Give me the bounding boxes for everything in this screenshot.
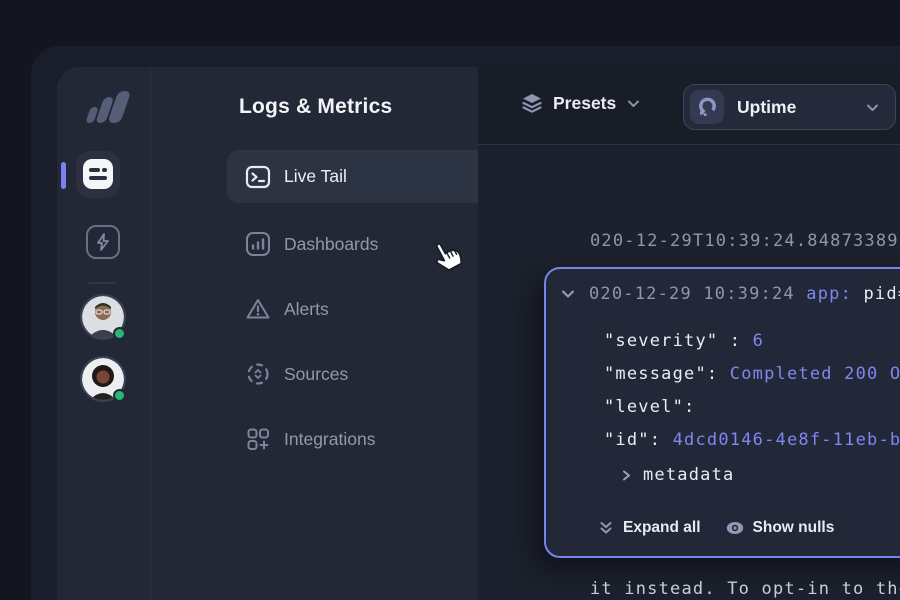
presence-dot-user-2 — [113, 389, 126, 402]
metadata-label: metadata — [643, 465, 734, 485]
hand-cursor — [425, 233, 467, 275]
integrations-grid-plus-icon — [245, 426, 271, 452]
nav-item-label: Sources — [284, 364, 348, 385]
presets-label: Presets — [553, 93, 616, 114]
nav-item-integrations[interactable]: Integrations — [245, 424, 375, 454]
log-line[interactable]: it instead. To opt-in to the new — [590, 579, 900, 599]
app-logo-icon[interactable] — [83, 89, 131, 127]
field-value: 4dcd0146-4e8f-11eb-bfd6 — [673, 430, 900, 450]
field-value: Completed 200 OK i — [730, 364, 900, 384]
dataset-dropdown[interactable]: Uptime — [683, 84, 896, 130]
topbar: Presets Uptime — [478, 67, 900, 145]
expand-all-label: Expand all — [623, 519, 701, 537]
log-timestamp: 020-12-29 10:39:24 — [589, 284, 806, 304]
rail-item-lightning[interactable] — [86, 225, 120, 259]
chevron-down-icon — [864, 99, 881, 116]
field-level[interactable]: "level": — [604, 397, 695, 417]
field-colon: : — [707, 364, 730, 384]
metadata-expand-row[interactable]: metadata — [620, 465, 734, 485]
dataset-label: Uptime — [737, 97, 864, 118]
log-lines-icon — [83, 159, 113, 189]
digitalocean-swirl-icon — [695, 95, 719, 119]
nav-item-dashboards[interactable]: Dashboards — [245, 229, 378, 259]
log-timestamp: 020-12-29T10:39:24.848733891Z — [590, 231, 900, 251]
warning-triangle-icon — [245, 296, 271, 322]
nav-item-label: Dashboards — [284, 234, 378, 255]
log-line[interactable]: 020-12-29T10:39:24.848733891Z ap — [590, 231, 900, 251]
field-key: "id" — [604, 430, 650, 450]
show-nulls-button[interactable]: Show nulls — [725, 519, 835, 537]
log-card-header[interactable]: 020-12-29 10:39:24 app: pid=238 — [560, 284, 900, 304]
log-card-summary: 020-12-29 10:39:24 app: pid=238 — [589, 284, 900, 304]
dataset-logo-chip — [690, 90, 724, 124]
nav-item-live-tail[interactable]: Live Tail — [227, 150, 515, 203]
chevron-down-icon — [625, 95, 642, 112]
layers-icon — [520, 91, 544, 115]
expanded-log-card: 020-12-29 10:39:24 app: pid=238 "severit… — [544, 267, 900, 558]
field-key: "level" — [604, 397, 684, 417]
page-title: Logs & Metrics — [239, 95, 392, 119]
double-chevron-down-icon — [597, 519, 615, 537]
icon-rail — [57, 67, 151, 600]
chevron-right-icon — [620, 469, 633, 482]
field-value: 6 — [753, 331, 764, 351]
presence-dot-user-1 — [113, 327, 126, 340]
sources-dashed-circle-icon — [245, 361, 271, 387]
log-card-footer: Expand all Show nulls — [597, 519, 834, 537]
log-summary-text: pid=238 — [863, 284, 900, 304]
field-colon: : — [650, 430, 673, 450]
field-key: "message" — [604, 364, 707, 384]
collapse-chevron-icon[interactable] — [560, 286, 576, 302]
eye-icon — [725, 520, 745, 536]
field-message[interactable]: "message": Completed 200 OK i — [604, 364, 900, 384]
terminal-icon — [245, 164, 271, 190]
rail-divider — [88, 282, 116, 284]
nav-item-label: Integrations — [284, 429, 375, 450]
field-colon: : — [718, 331, 752, 351]
nav-item-label: Live Tail — [284, 166, 347, 187]
active-rail-indicator — [61, 162, 66, 189]
nav-item-sources[interactable]: Sources — [245, 359, 348, 389]
field-id[interactable]: "id": 4dcd0146-4e8f-11eb-bfd6 — [604, 430, 900, 450]
field-key: "severity" — [604, 331, 718, 351]
nav-sidebar: Logs & Metrics Live Tail Dashboards Aler — [152, 67, 478, 600]
field-severity[interactable]: "severity" : 6 — [604, 331, 764, 351]
log-stream: 020-12-29T10:39:24.848733891Z ap 020-12-… — [478, 145, 900, 600]
presets-dropdown[interactable]: Presets — [520, 91, 642, 115]
rail-item-logs[interactable] — [76, 151, 120, 198]
log-source: app: — [806, 284, 863, 304]
nav-item-alerts[interactable]: Alerts — [245, 294, 329, 324]
show-nulls-label: Show nulls — [753, 519, 835, 537]
field-colon: : — [684, 397, 695, 417]
lightning-icon — [95, 233, 111, 251]
bar-chart-icon — [245, 231, 271, 257]
expand-all-button[interactable]: Expand all — [597, 519, 701, 537]
app-window: Logs & Metrics Live Tail Dashboards Aler — [57, 67, 900, 600]
nav-item-label: Alerts — [284, 299, 329, 320]
